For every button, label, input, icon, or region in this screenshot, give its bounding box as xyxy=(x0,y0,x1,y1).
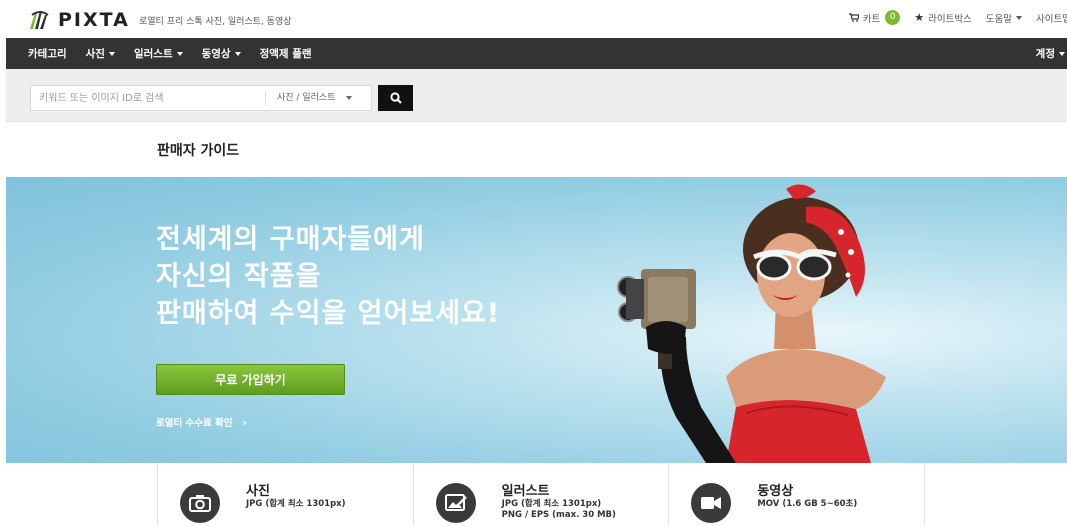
hero-headline: 전세계의 구매자들에게 자신의 작품을 판매하여 수익을 얻어보세요! xyxy=(156,221,500,332)
nav-item-label: 일러스트 xyxy=(133,48,173,60)
hero-headline-line: 자신의 작품을 xyxy=(156,261,322,292)
pixta-logo[interactable]: PIXTA xyxy=(28,9,130,31)
nav-item-label: 동영상 xyxy=(201,48,231,60)
card-title: 동영상 xyxy=(757,484,794,499)
main-nav: 카테고리 사진 일러스트 동영상 정액제 플랜 계정 xyxy=(6,38,1067,69)
chevron-down-icon xyxy=(108,51,115,56)
account-label: 계정 xyxy=(1035,48,1055,60)
hero-headline-line: 판매하여 수익을 얻어보세요! xyxy=(156,298,501,329)
chevron-down-icon xyxy=(176,51,183,56)
illustration-icon xyxy=(435,483,476,523)
page-title: 판매자 가이드 xyxy=(157,143,240,159)
sitemap-link[interactable]: 사이트맵 xyxy=(1036,11,1067,25)
nav-item-video[interactable]: 동영상 xyxy=(202,46,241,61)
hero-headline-line: 전세계의 구매자들에게 xyxy=(156,224,425,255)
cart-label: 카트 xyxy=(862,13,881,25)
card-title: 일러스트 xyxy=(501,484,550,499)
chevron-down-icon xyxy=(1016,15,1023,20)
tagline: 로열티 프리 스톡 사진, 일러스트, 동영상 xyxy=(139,17,292,27)
card-photo[interactable]: 사진 JPG (합계 최소 1301px) xyxy=(158,463,414,526)
card-spec: MOV (1.6 GB 5~60초) xyxy=(757,499,858,509)
nav-item-subscription-plan[interactable]: 정액제 플랜 xyxy=(260,46,312,61)
chevron-down-icon xyxy=(346,95,353,100)
hero-banner: 전세계의 구매자들에게 자신의 작품을 판매하여 수익을 얻어보세요! 무료 가… xyxy=(6,177,1067,463)
pixta-logo-icon xyxy=(30,11,49,29)
top-header: PIXTA 로열티 프리 스톡 사진, 일러스트, 동영상 카트 0 ★ 라이트… xyxy=(0,0,1067,38)
sitemap-label: 사이트맵 xyxy=(1036,13,1067,25)
royalty-rate-link[interactable]: 로열티 수수료 확인 › xyxy=(156,415,248,430)
product-type-cards: 사진 JPG (합계 최소 1301px) 일러스트 JPG (합계 최소 13… xyxy=(157,463,926,526)
lightbox-label: 라이트박스 xyxy=(928,13,972,25)
search-input[interactable] xyxy=(31,86,261,110)
search-divider xyxy=(265,91,266,105)
search-type-select[interactable]: 사진 / 일러스트 xyxy=(277,86,353,110)
card-illustration[interactable]: 일러스트 JPG (합계 최소 1301px) PNG / EPS (max. … xyxy=(414,463,670,526)
card-title: 사진 xyxy=(246,484,270,499)
nav-item-category[interactable]: 카테고리 xyxy=(28,46,67,61)
nav-item-label: 정액제 플랜 xyxy=(259,48,312,60)
free-signup-button[interactable]: 무료 가입하기 xyxy=(156,364,345,395)
search-area: 사진 / 일러스트 xyxy=(6,69,1067,122)
logo-text: PIXTA xyxy=(58,9,130,31)
cart-count-badge: 0 xyxy=(885,10,901,25)
video-camera-icon xyxy=(691,483,732,523)
royalty-link-label: 로열티 수수료 확인 xyxy=(156,418,233,429)
card-video[interactable]: 동영상 MOV (1.6 GB 5~60초) xyxy=(669,463,926,526)
nav-item-illustration[interactable]: 일러스트 xyxy=(134,46,183,61)
search-icon xyxy=(389,92,402,104)
chevron-right-icon: › xyxy=(242,415,248,429)
header-utility-links: 카트 0 ★ 라이트박스 도움말 사이트맵 xyxy=(835,10,1067,25)
star-icon: ★ xyxy=(914,11,925,24)
cart-icon xyxy=(848,13,859,22)
hero-woman-camera-illustration xyxy=(617,184,886,463)
account-menu[interactable]: 계정 xyxy=(1036,38,1065,69)
nav-item-photo[interactable]: 사진 xyxy=(86,46,115,61)
lightbox-link[interactable]: ★ 라이트박스 xyxy=(914,11,972,25)
card-spec: JPG (합계 최소 1301px) PNG / EPS (max. 30 MB… xyxy=(501,499,616,520)
help-label: 도움말 xyxy=(985,13,1013,25)
card-spec: JPG (합계 최소 1301px) xyxy=(246,499,346,509)
nav-item-label: 사진 xyxy=(85,48,105,60)
help-menu[interactable]: 도움말 xyxy=(985,11,1023,25)
camera-icon xyxy=(180,483,220,523)
cart-link[interactable]: 카트 0 xyxy=(848,10,901,25)
search-type-label: 사진 / 일러스트 xyxy=(277,93,336,103)
search-box: 사진 / 일러스트 xyxy=(30,85,372,111)
search-button[interactable] xyxy=(378,85,413,111)
nav-item-label: 카테고리 xyxy=(28,48,67,60)
chevron-down-icon xyxy=(234,51,241,56)
chevron-down-icon xyxy=(1059,51,1065,56)
